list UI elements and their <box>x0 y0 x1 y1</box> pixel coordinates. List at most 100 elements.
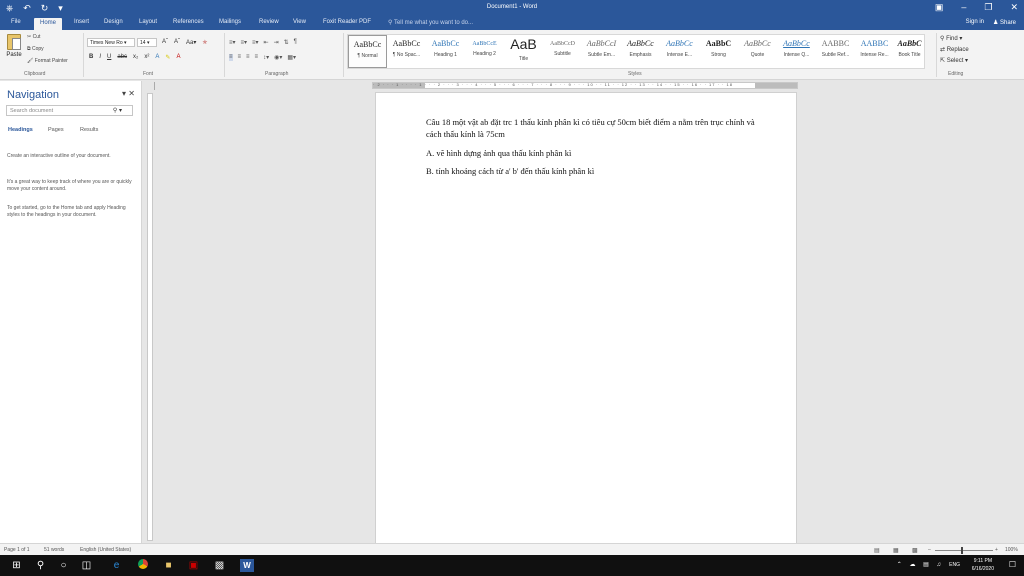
clear-formatting-icon[interactable]: ✯ <box>202 39 207 46</box>
style-book-title[interactable]: AaBbC Book Title <box>894 35 925 68</box>
paste-button[interactable]: Paste <box>4 34 24 58</box>
document-paragraph[interactable]: B. tính khoảng cách từ a' b' đến thấu kí… <box>426 165 756 177</box>
tab-view[interactable]: View <box>293 19 306 25</box>
style-subtitle[interactable]: AaBbCcD Subtitle <box>543 35 582 68</box>
tab-layout[interactable]: Layout <box>139 19 157 25</box>
web-layout-icon[interactable]: ▩ <box>912 547 918 554</box>
grow-font-icon[interactable]: Aˆ <box>162 39 168 46</box>
multilevel-list-icon[interactable]: ≡▾ <box>252 39 259 46</box>
tab-review[interactable]: Review <box>259 19 279 25</box>
tab-file[interactable]: File <box>11 19 21 25</box>
nav-tab-pages[interactable]: Pages <box>48 127 64 133</box>
style-heading-2[interactable]: AaBbCcE Heading 2 <box>465 35 504 68</box>
chrome-browser-icon[interactable] <box>136 559 149 572</box>
style-emphasis[interactable]: AaBbCc Emphasis <box>621 35 660 68</box>
style-intense-quote[interactable]: AaBbCc Intense Q... <box>777 35 816 68</box>
italic-button[interactable]: I <box>99 54 101 61</box>
underline-button[interactable]: U <box>107 54 111 61</box>
language-indicator[interactable]: English (United States) <box>80 547 131 553</box>
search-document-input[interactable]: Search document ⚲ ▾ <box>6 105 133 116</box>
justify-icon[interactable]: ≡ <box>255 54 259 61</box>
shrink-font-icon[interactable]: Aˇ <box>174 39 180 46</box>
zoom-slider[interactable] <box>935 550 993 551</box>
align-left-icon[interactable]: ≡ <box>229 54 233 61</box>
bold-button[interactable]: B <box>89 54 93 61</box>
sign-in-link[interactable]: Sign in <box>966 19 984 25</box>
foxit-reader-icon[interactable]: ▣ <box>187 559 200 572</box>
change-case-icon[interactable]: Aa▾ <box>186 39 196 46</box>
zoom-out-icon[interactable]: – <box>928 547 931 553</box>
text-effects-icon[interactable]: A <box>155 54 159 61</box>
style-normal[interactable]: AaBbCc ¶ Normal <box>348 35 387 68</box>
show-marks-icon[interactable]: ¶ <box>294 39 297 46</box>
tell-me-search[interactable]: ⚲ Tell me what you want to do... <box>388 19 473 26</box>
cut-button[interactable]: ✂ Cut <box>27 34 40 40</box>
copy-button[interactable]: ⧉ Copy <box>27 46 44 52</box>
zoom-level[interactable]: 100% <box>1005 547 1018 553</box>
zoom-slider-thumb[interactable] <box>961 547 963 554</box>
windows-start-icon[interactable]: ⊞ <box>10 559 23 572</box>
document-paragraph[interactable]: A. vẽ hình dựng ảnh qua thấu kính phân k… <box>426 147 756 159</box>
share-button[interactable]: ♟ Share <box>993 19 1016 26</box>
format-painter-button[interactable]: 🖌 Format Painter <box>27 58 68 64</box>
style-intense-reference[interactable]: AABBC Intense Re... <box>855 35 894 68</box>
zoom-in-icon[interactable]: + <box>995 547 998 553</box>
font-color-icon[interactable]: A <box>176 54 180 61</box>
word-count[interactable]: 51 words <box>44 547 64 553</box>
replace-button[interactable]: ⇄ Replace <box>940 45 969 56</box>
file-explorer-icon[interactable]: ■ <box>162 559 175 572</box>
sort-icon[interactable]: ⇅ <box>284 39 289 46</box>
page-count[interactable]: Page 1 of 1 <box>4 547 30 553</box>
style-no-spacing[interactable]: AaBbCc ¶ No Spac... <box>387 35 426 68</box>
superscript-button[interactable]: x² <box>144 54 149 61</box>
print-layout-icon[interactable]: ▦ <box>893 547 899 554</box>
find-button[interactable]: ⚲ Find ▾ <box>940 34 969 45</box>
decrease-indent-icon[interactable]: ⇤ <box>264 39 269 46</box>
font-size-dropdown[interactable]: 14 ▾ <box>137 38 157 47</box>
restore-icon[interactable]: ❐ <box>984 2 992 13</box>
search-icon[interactable]: ⚲ <box>34 559 47 572</box>
action-center-icon[interactable]: ☐ <box>1009 560 1016 569</box>
system-tray-icons[interactable]: ⌃ ☁ ▤ ♫ <box>897 561 944 568</box>
cortana-icon[interactable]: ○ <box>57 559 70 572</box>
edge-browser-icon[interactable]: e <box>110 559 123 572</box>
font-name-dropdown[interactable]: Times New Ro ▾ <box>87 38 135 47</box>
highlight-icon[interactable]: ✎ <box>165 54 170 61</box>
line-spacing-icon[interactable]: ↕▾ <box>263 54 269 61</box>
style-subtle-reference[interactable]: AABBC Subtle Ref... <box>816 35 855 68</box>
shading-icon[interactable]: ◉▾ <box>274 54 282 61</box>
nav-tab-results[interactable]: Results <box>80 127 98 133</box>
clock[interactable]: 9:11 PM 6/16/2020 <box>972 557 994 573</box>
tab-home[interactable]: Home <box>34 18 63 30</box>
input-language[interactable]: ENG <box>949 562 960 568</box>
store-icon[interactable]: ▩ <box>213 559 226 572</box>
horizontal-ruler[interactable]: · 2 · · · 1 · · · · 1 · · · 2 · · · 3 · … <box>372 82 798 89</box>
tab-mailings[interactable]: Mailings <box>219 19 241 25</box>
style-strong[interactable]: AaBbC Strong <box>699 35 738 68</box>
navigation-close-icon[interactable]: ▾ ✕ <box>122 89 135 98</box>
tab-design[interactable]: Design <box>104 19 123 25</box>
document-paragraph[interactable]: Câu 18 một vật ab đặt trc 1 thấu kính ph… <box>426 116 756 140</box>
style-quote[interactable]: AaBbCc Quote <box>738 35 777 68</box>
borders-icon[interactable]: ▦▾ <box>287 54 296 61</box>
select-button[interactable]: ⇱ Select ▾ <box>940 56 969 67</box>
tab-insert[interactable]: Insert <box>74 19 89 25</box>
subscript-button[interactable]: x₂ <box>133 54 138 61</box>
tab-foxit-reader-pdf[interactable]: Foxit Reader PDF <box>323 19 371 25</box>
increase-indent-icon[interactable]: ⇥ <box>274 39 279 46</box>
style-intense-emphasis[interactable]: AaBbCc Intense E... <box>660 35 699 68</box>
align-center-icon[interactable]: ≡ <box>238 54 242 61</box>
strikethrough-button[interactable]: abc <box>117 54 127 61</box>
vertical-scrollbar[interactable] <box>1014 81 1024 543</box>
task-view-icon[interactable]: ◫ <box>80 559 93 572</box>
close-icon[interactable]: ✕ <box>1010 2 1018 13</box>
search-icon[interactable]: ⚲ ▾ <box>113 107 122 114</box>
style-subtle-emphasis[interactable]: AaBbCcI Subtle Em... <box>582 35 621 68</box>
bullets-icon[interactable]: ≡▾ <box>229 39 236 46</box>
numbering-icon[interactable]: ≡▾ <box>241 39 248 46</box>
style-heading-1[interactable]: AaBbCc Heading 1 <box>426 35 465 68</box>
minimize-icon[interactable]: – <box>961 2 966 13</box>
document-page[interactable]: Câu 18 một vật ab đặt trc 1 thấu kính ph… <box>375 92 797 544</box>
align-right-icon[interactable]: ≡ <box>246 54 250 61</box>
nav-tab-headings[interactable]: Headings <box>8 127 33 133</box>
